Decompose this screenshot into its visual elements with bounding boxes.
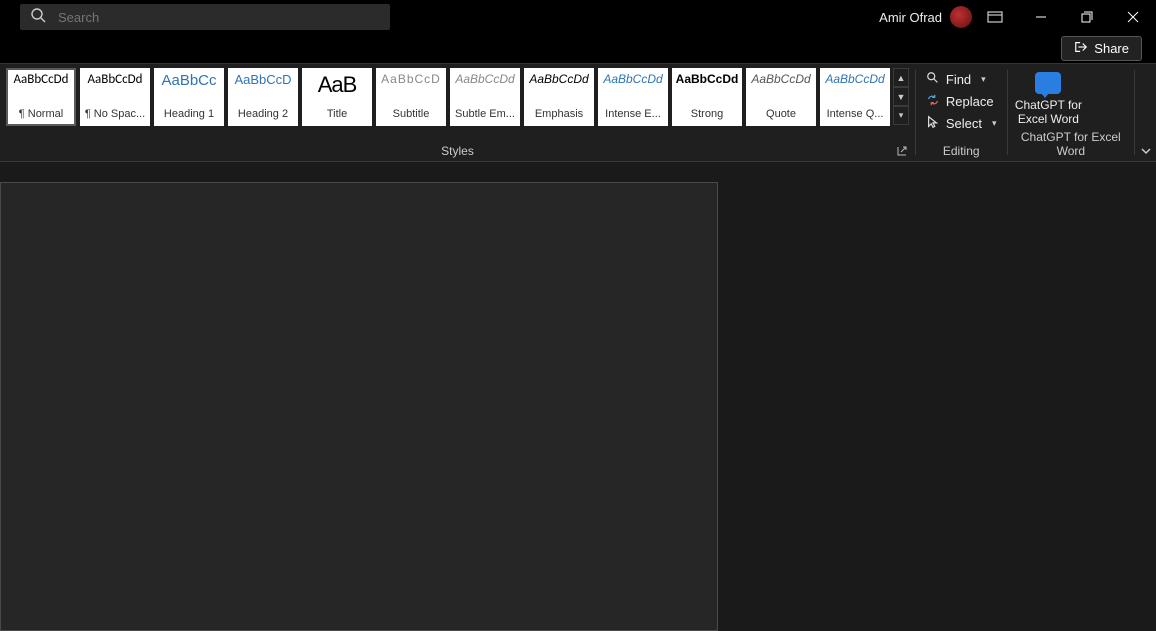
user-avatar	[950, 6, 972, 28]
style-name: Quote	[766, 108, 796, 123]
collapse-ribbon-button[interactable]	[1135, 64, 1156, 161]
replace-label: Replace	[946, 94, 994, 109]
chatgpt-icon	[1035, 72, 1061, 94]
style-name: Heading 1	[164, 108, 214, 123]
replace-button[interactable]: Replace	[922, 92, 1001, 111]
style-preview: AaBbCcDd	[676, 72, 739, 86]
search-box[interactable]	[20, 4, 390, 30]
user-name: Amir Ofrad	[879, 10, 942, 25]
style-preview: AaBbCcDd	[751, 72, 810, 86]
ribbon-display-options[interactable]	[972, 0, 1018, 34]
style-name: Intense Q...	[827, 108, 884, 123]
style-name: ¶ Normal	[19, 108, 63, 123]
style-preview: AaB	[318, 72, 357, 98]
style-thumb[interactable]: AaBbCcDd Subtle Em...	[450, 68, 520, 126]
search-icon	[30, 7, 46, 28]
find-label: Find	[946, 72, 971, 87]
style-thumb[interactable]: AaBbCcDd ¶ No Spac...	[80, 68, 150, 126]
style-preview: AaBbCcDd	[14, 72, 69, 87]
style-name: Subtitle	[393, 108, 430, 123]
style-name: Strong	[691, 108, 723, 123]
select-label: Select	[946, 116, 982, 131]
styles-group-label: Styles	[441, 144, 474, 158]
styles-scroll-down[interactable]: ▼	[893, 87, 909, 106]
style-thumb[interactable]: AaBbCcDd Intense Q...	[820, 68, 890, 126]
style-thumb[interactable]: AaBbCcDd Quote	[746, 68, 816, 126]
styles-expand[interactable]: ▾	[893, 106, 909, 125]
style-thumb[interactable]: AaBbCcDd ¶ Normal	[6, 68, 76, 126]
search-input[interactable]	[58, 10, 380, 25]
style-preview: AaBbCcDd	[455, 72, 514, 86]
select-icon	[926, 115, 940, 132]
share-label: Share	[1094, 41, 1129, 56]
style-name: Heading 2	[238, 108, 288, 123]
editing-group-label: Editing	[922, 141, 1001, 161]
select-button[interactable]: Select ▾	[922, 114, 1001, 133]
find-button[interactable]: Find ▾	[922, 70, 1001, 89]
maximize-button[interactable]	[1064, 0, 1110, 34]
document-area[interactable]	[0, 162, 1156, 631]
style-preview: AaBbCcDd	[88, 72, 143, 87]
replace-icon	[926, 93, 940, 110]
share-button[interactable]: Share	[1061, 36, 1142, 61]
style-name: ¶ No Spac...	[85, 108, 145, 123]
style-name: Emphasis	[535, 108, 583, 123]
style-thumb[interactable]: AaB Title	[302, 68, 372, 126]
styles-dialog-launcher[interactable]	[895, 144, 909, 158]
style-thumb[interactable]: AaBbCcD Heading 2	[228, 68, 298, 126]
style-name: Subtle Em...	[455, 108, 515, 123]
user-account[interactable]: Amir Ofrad	[879, 6, 972, 28]
style-thumb[interactable]: AaBbCc Heading 1	[154, 68, 224, 126]
style-preview: AaBbCcD	[381, 72, 441, 86]
style-thumb[interactable]: AaBbCcD Subtitle	[376, 68, 446, 126]
minimize-button[interactable]	[1018, 0, 1064, 34]
chatgpt-button[interactable]: ChatGPT for Excel Word	[1013, 68, 1083, 127]
document-page[interactable]	[0, 182, 718, 631]
style-preview: AaBbCcDd	[603, 72, 662, 86]
find-icon	[926, 71, 940, 88]
chatgpt-label-2: Excel Word	[1018, 112, 1079, 126]
chatgpt-group-label: ChatGPT for Excel Word	[1013, 127, 1128, 161]
style-preview: AaBbCcDd	[529, 72, 588, 86]
chatgpt-label-1: ChatGPT for	[1015, 98, 1082, 112]
style-thumb[interactable]: AaBbCcDd Intense E...	[598, 68, 668, 126]
style-name: Intense E...	[605, 108, 661, 123]
chevron-down-icon: ▾	[992, 118, 997, 129]
chevron-down-icon: ▾	[981, 74, 986, 85]
styles-scroll-up[interactable]: ▲	[893, 68, 909, 87]
close-button[interactable]	[1110, 0, 1156, 34]
style-thumb[interactable]: AaBbCcDd Strong	[672, 68, 742, 126]
style-thumb[interactable]: AaBbCcDd Emphasis	[524, 68, 594, 126]
style-preview: AaBbCcDd	[825, 72, 884, 86]
style-name: Title	[327, 108, 347, 123]
share-icon	[1074, 40, 1088, 57]
style-preview: AaBbCcD	[234, 72, 291, 87]
style-preview: AaBbCc	[161, 72, 216, 89]
styles-gallery[interactable]: AaBbCcDd¶ NormalAaBbCcDd¶ No Spac...AaBb…	[6, 68, 890, 126]
